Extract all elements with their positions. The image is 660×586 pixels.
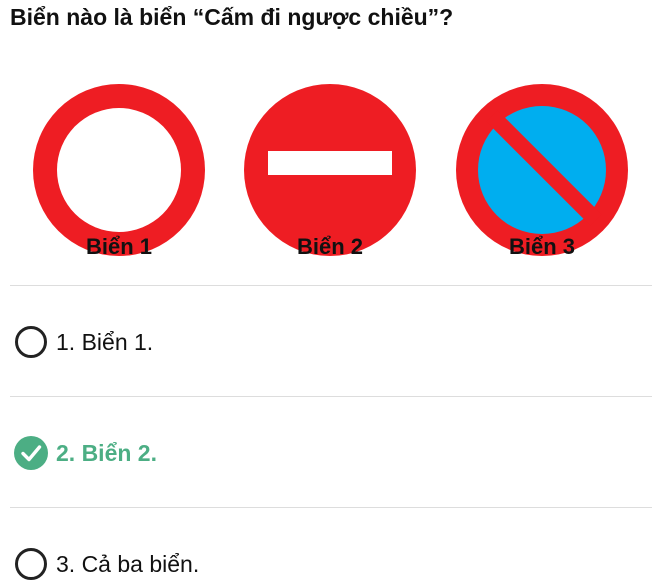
radio-unchecked-icon — [15, 548, 47, 580]
sign-3-label: Biển 3 — [508, 234, 576, 259]
divider — [10, 285, 652, 286]
sign-2-label: Biển 2 — [296, 234, 364, 259]
answer-1-text: 1. Biển 1. — [56, 328, 154, 355]
signs-image: Biển 1 Biển 2 Biển 3 — [0, 70, 660, 270]
answer-3-text: 3. Cả ba biển. — [56, 550, 200, 577]
radio-unchecked-icon — [15, 326, 47, 358]
sign-1-label: Biển 1 — [85, 234, 153, 259]
answer-2-text: 2. Biển 2. — [56, 439, 157, 466]
answer-option-2[interactable]: 2. Biển 2. — [14, 433, 634, 473]
answer-option-1[interactable]: 1. Biển 1. — [14, 322, 634, 362]
question-title: Biển nào là biển “Cấm đi ngược chiều”? — [10, 4, 454, 30]
divider — [10, 507, 652, 508]
check-circle-icon — [14, 436, 48, 470]
divider — [10, 396, 652, 397]
answer-option-3[interactable]: 3. Cả ba biển. — [14, 544, 634, 584]
